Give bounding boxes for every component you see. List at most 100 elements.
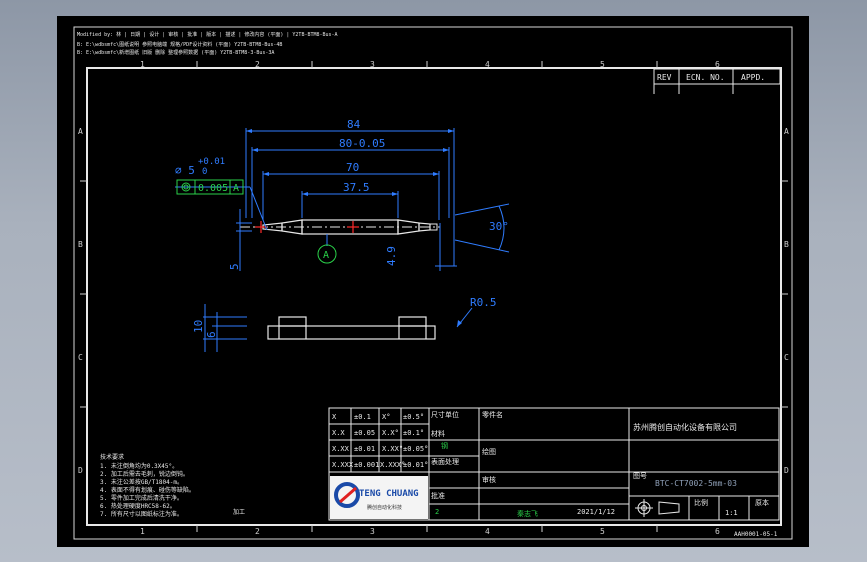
approved-label: 批准 — [431, 491, 445, 500]
company-name: 苏州腾创自动化设备有限公司 — [633, 422, 737, 432]
tol-r3c4: ±0.05° — [403, 445, 428, 453]
brand-logo: TENG CHUANG 腾创自动化科技 — [330, 476, 428, 519]
revision-block: REV ECN. NO. APPD. — [653, 68, 781, 94]
tol-r2c2: ±0.05 — [354, 429, 375, 437]
drawing-sheet: Modified by: 林 | 日期 | 设计 | 审核 | 批准 | 版本 … — [57, 16, 809, 547]
zone-col-b1: 1 — [140, 527, 145, 536]
zone-row-c: C — [78, 353, 83, 362]
material-value: 钢 — [441, 441, 448, 450]
tol-r3c2: ±0.01 — [354, 445, 375, 453]
tol-r2c4: ±0.1° — [403, 429, 424, 437]
zone-row-b-r: B — [784, 240, 789, 249]
dim-70: 70 — [346, 161, 359, 174]
side-view-dims — [203, 304, 247, 352]
dim-6: 6 — [205, 331, 218, 338]
zone-col-1: 1 — [140, 60, 145, 69]
notes-line-4: 4. 表面不得有划痕、碰伤等缺陷。 — [100, 486, 195, 494]
notes-line-5: 5. 零件加工完成后清洗干净。 — [100, 494, 183, 502]
notes-line-1: 1. 未注倒角均为0.3X45°。 — [100, 462, 178, 470]
technical-notes: 技术要求 1. 未注倒角均为0.3X45°。 2. 加工后需去毛刺，锐边倒钝。 … — [100, 453, 245, 518]
dim-80: 80-0.05 — [339, 137, 385, 150]
appd-header: APPD. — [741, 73, 765, 82]
zone-col-b3: 3 — [370, 527, 375, 536]
datum-symbol: A — [317, 244, 337, 264]
drawing-number: BTC-CT7002-5mm-03 — [655, 479, 737, 488]
dim-84: 84 — [347, 118, 361, 131]
ecn-header: ECN. NO. — [686, 73, 725, 82]
zone-row-a: A — [78, 127, 83, 136]
dim-10: 10 — [192, 320, 205, 333]
dim-radius: R0.5 — [470, 296, 497, 309]
zone-col-2: 2 — [255, 60, 260, 69]
drawing-no-label: 图号 — [633, 472, 647, 480]
dim-5: 5 — [228, 263, 241, 270]
dim-tol-plus: +0.01 — [198, 157, 225, 167]
tol-r2c3: X.X° — [382, 429, 399, 437]
zone-row-a-r: A — [784, 127, 789, 136]
material-label: 材料 — [431, 429, 445, 438]
projection-symbol-icon — [635, 499, 680, 517]
zone-row-c-r: C — [784, 353, 789, 362]
zone-col-b5: 5 — [600, 527, 605, 536]
tol-r4c2: ±0.001 — [354, 461, 379, 469]
tol-r2c1: X.X — [332, 429, 345, 437]
zone-col-b6: 6 — [715, 527, 720, 536]
title-block-labels: 尺寸单位 材料 钢 表面处理 零件名 绘图 审核 批准 2 秦志飞 2021/1… — [431, 410, 778, 538]
dim-37-5: 37.5 — [343, 181, 370, 194]
drawing-date: 2021/1/12 — [577, 508, 615, 516]
part-label: 零件名 — [482, 410, 503, 419]
header-note-3: B: E:\wdbsmfc\新增图纸 旧版 删除 整理参照数据 (平面) Y2T… — [77, 49, 274, 56]
front-view[interactable] — [240, 219, 440, 235]
fcf-datum: A — [233, 183, 239, 194]
checked-label: 审核 — [482, 475, 496, 484]
zone-col-6: 6 — [715, 60, 720, 69]
drawing-canvas[interactable]: Modified by: 林 | 日期 | 设计 | 审核 | 批准 | 版本 … — [57, 16, 809, 547]
scale-label: 比例 — [694, 498, 708, 507]
tol-r1c2: ±0.1 — [354, 413, 371, 421]
side-view[interactable] — [267, 316, 436, 340]
tolerance-table: X ±0.1 X° ±0.5° X.X ±0.05 X.X° ±0.1° X.X… — [332, 413, 428, 469]
zone-col-b4: 4 — [485, 527, 490, 536]
zone-col-3: 3 — [370, 60, 375, 69]
datum-label: A — [323, 250, 329, 261]
footer-code: AAH0001-05-1 — [734, 531, 778, 538]
drawn-label: 绘图 — [482, 447, 496, 456]
fcf-value: 0.005 — [198, 183, 228, 194]
dim-angle: 30° — [489, 220, 509, 233]
rev-header: REV — [657, 73, 672, 82]
tol-r4c4: ±0.01° — [403, 461, 428, 469]
header-note-1: Modified by: 林 | 日期 | 设计 | 审核 | 批准 | 版本 … — [77, 31, 338, 38]
tol-r1c1: X — [332, 413, 337, 421]
dim-4-9: 4.9 — [385, 246, 398, 266]
tol-r4c1: X.XXX — [332, 461, 354, 469]
tol-r3c1: X.XX — [332, 445, 350, 453]
dim-tol-zero: 0 — [202, 167, 207, 177]
notes-line-7: 7. 所有尺寸以图纸标注为准。 — [100, 510, 183, 518]
dim-diameter: ⌀ 5 — [175, 164, 195, 177]
notes-line-6: 6. 热处理硬度HRC58-62。 — [100, 502, 176, 510]
notes-heading: 技术要求 — [100, 453, 124, 461]
sheet-label: 原本 — [755, 498, 769, 507]
brand-subtitle: 腾创自动化科技 — [367, 504, 402, 511]
notes-tag: 加工 — [233, 508, 245, 516]
notes-line-3: 3. 未注公差按GB/T1804-m。 — [100, 478, 183, 486]
header-note-2: B: E:\wdbsmfc\图纸说明 参照电脑端 规格/PDF设计资料 (平面)… — [77, 41, 282, 48]
cad-viewer: Modified by: 林 | 日期 | 设计 | 审核 | 批准 | 版本 … — [0, 0, 867, 562]
tol-r3c3: X.XX° — [382, 445, 403, 453]
tol-r1c3: X° — [382, 413, 390, 421]
drafter-name: 秦志飞 — [517, 509, 538, 518]
zone-col-4: 4 — [485, 60, 490, 69]
treatment-label: 表面处理 — [431, 457, 459, 466]
zone-col-5: 5 — [600, 60, 605, 69]
tol-r1c4: ±0.5° — [403, 413, 424, 421]
zone-row-d-r: D — [784, 466, 789, 475]
tol-r4c3: X.XXX° — [380, 461, 405, 469]
notes-line-2: 2. 加工后需去毛刺，锐边倒钝。 — [100, 470, 189, 478]
zone-labels-bottom: 1 2 3 4 5 6 — [140, 527, 720, 536]
brand-name: TENG CHUANG — [359, 489, 419, 499]
dimension-text: 84 80-0.05 70 37.5 ⌀ 5 +0.01 0 30° 4.9 5… — [175, 118, 509, 338]
scale-value: 1:1 — [725, 509, 738, 517]
dimension-lines — [175, 128, 510, 328]
size-label: 尺寸单位 — [431, 410, 459, 419]
zone-row-d: D — [78, 466, 83, 475]
